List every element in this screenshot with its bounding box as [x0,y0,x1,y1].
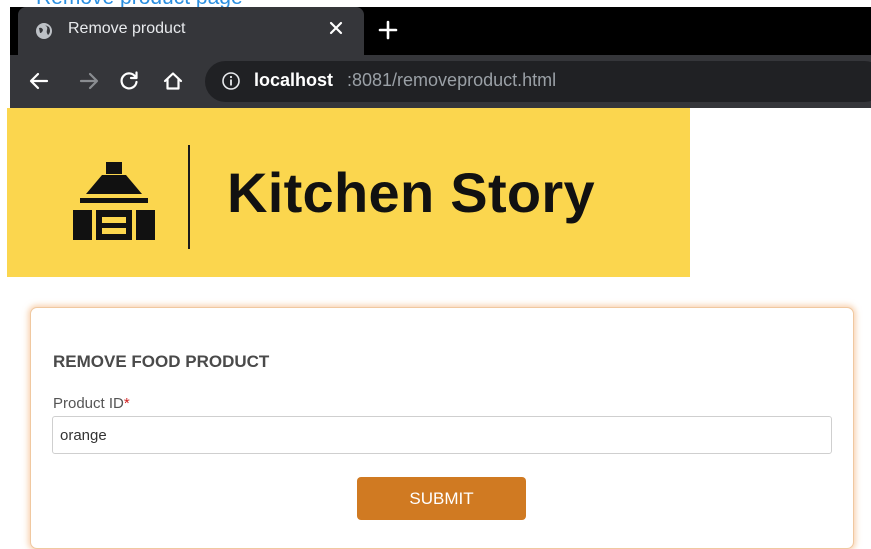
kitchen-hood-icon [73,162,155,240]
product-id-input[interactable] [52,416,832,454]
url-path: :8081/removeproduct.html [347,70,557,90]
forward-arrow-icon[interactable] [78,70,100,92]
form-heading: REMOVE FOOD PRODUCT [53,352,270,371]
globe-icon [36,23,52,39]
product-id-label: Product ID* [53,395,130,412]
brand-name: Kitchen Story [227,161,595,224]
reload-icon[interactable] [118,70,140,92]
plus-icon[interactable] [378,20,398,40]
product-id-label-text: Product ID [53,395,124,412]
logo-divider [188,145,190,249]
home-icon[interactable] [162,70,184,92]
close-icon[interactable] [326,18,346,38]
url-host: localhost [254,70,334,90]
back-arrow-icon[interactable] [28,70,50,92]
info-icon[interactable] [221,71,241,91]
required-mark: * [123,395,130,412]
submit-button[interactable]: SUBMIT [357,477,526,520]
tab-title: Remove product [68,20,186,37]
